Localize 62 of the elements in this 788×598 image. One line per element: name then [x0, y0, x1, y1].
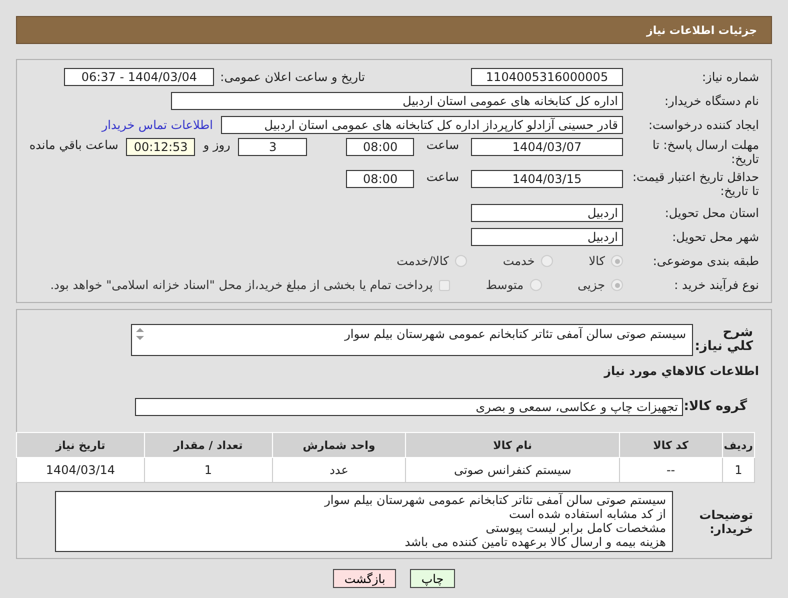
column-header: تعداد / مقدار: [144, 432, 272, 458]
print-button[interactable]: چاپ: [410, 569, 455, 588]
description-textarea[interactable]: سیستم صوتی سالن آمفی تئاتر کتابخانم عمومی شهرستان بیلم سوار: [131, 324, 693, 356]
radio-label: کالا/خدمت: [396, 254, 449, 268]
radio-button[interactable]: [454, 255, 467, 267]
province-field[interactable]: اردبیل: [471, 204, 623, 222]
section-heading: اطلاعات کالاهاي مورد نياز: [604, 364, 760, 378]
field-label: نوع فرآیند خرید :: [673, 278, 760, 292]
column-header: کد کالا: [619, 432, 722, 458]
buyer-notes-textarea[interactable]: سیستم صوتی سالن آمفی تئاتر کتابخانم عمومی شهرستان بیلم سوار از کد مشابه استفاده شده است مشخصات کامل برابر لیست پیوستی هزینه بیمه و ارسال کالا برعهده تامین کننده می باشد: [55, 491, 673, 552]
radio-label: جزیی: [578, 278, 605, 292]
column-header: ردیف: [722, 432, 754, 458]
table-cell: 1404/03/14: [16, 458, 144, 482]
time-field[interactable]: 08:00: [346, 170, 414, 188]
page-title: جزئیات اطلاعات نیاز: [16, 16, 772, 44]
field-label: استان محل تحویل:: [664, 206, 760, 220]
announce-date-field[interactable]: 1404/03/04 - 06:37: [64, 68, 214, 86]
field-label: ساعت: [426, 138, 459, 152]
table-cell: --: [619, 458, 722, 482]
field-label: شهر محل تحویل:: [671, 230, 760, 244]
field-label: ساعت: [426, 170, 459, 184]
table-cell: 1: [144, 458, 272, 482]
table-cell: عدد: [272, 458, 406, 482]
field-label: مهلت ارسال پاسخ: تا تاریخ:: [651, 138, 760, 166]
date-field[interactable]: 1404/03/15: [471, 170, 623, 188]
field-label: نام دستگاه خریدار:: [664, 94, 760, 108]
field-label: ساعت باقي مانده: [29, 138, 118, 152]
radio-button[interactable]: [611, 279, 623, 291]
field-label: حداقل تاریخ اعتبار قیمت: تا تاریخ:: [631, 170, 760, 198]
scroll-arrows-icon: [135, 327, 145, 341]
checkbox-label: پرداخت تمام یا بخشی از مبلغ خرید،از محل "اسناد خزانه اسلامی" خواهد بود.: [50, 278, 433, 292]
days-field[interactable]: 3: [238, 138, 308, 156]
goods-group-field[interactable]: تجهیزات چاپ و عکاسی، سمعی و بصری: [135, 398, 683, 416]
radio-button[interactable]: [611, 255, 623, 267]
field-label: تاریخ و ساعت اعلان عمومی:: [220, 70, 365, 84]
need-number-field[interactable]: 1104005316000005: [471, 68, 623, 86]
radio-label: متوسط: [486, 278, 524, 292]
field-label: ایجاد کننده درخواست:: [647, 118, 760, 132]
contact-link[interactable]: اطلاعات تماس خریدار: [102, 118, 213, 132]
time-field[interactable]: 08:00: [346, 138, 414, 156]
checkbox[interactable]: [438, 280, 450, 290]
radio-button[interactable]: [530, 279, 542, 291]
table-cell: سیستم کنفرانس صوتی: [406, 458, 620, 482]
table-cell: 1: [722, 458, 754, 482]
column-header: تاریخ نیاز: [16, 432, 144, 458]
city-field[interactable]: اردبیل: [471, 228, 623, 246]
field-label: روز و: [203, 138, 230, 152]
radio-label: کالا: [588, 254, 605, 268]
back-button[interactable]: بازگشت: [333, 569, 396, 588]
field-label: گروه کالا:: [683, 400, 748, 414]
field-label: طبقه بندی موضوعی:: [652, 254, 760, 268]
radio-label: خدمت: [502, 254, 535, 268]
radio-button[interactable]: [540, 255, 553, 267]
requester-field[interactable]: قادر حسینی آزادلو کارپرداز اداره کل کتابخانه های عمومی استان اردبیل: [221, 116, 623, 134]
field-label: شرح کلي نیاز:: [694, 326, 754, 354]
remaining-time-field[interactable]: 00:12:53: [126, 138, 196, 156]
column-header: واحد شمارش: [272, 432, 406, 458]
field-label: شماره نیاز:: [701, 70, 760, 84]
column-header: نام کالا: [406, 432, 620, 458]
field-label: توضیحات خریدار:: [698, 508, 754, 536]
buyer-org-field[interactable]: اداره کل کتابخانه های عمومی استان اردبیل: [171, 92, 623, 110]
date-field[interactable]: 1404/03/07: [471, 138, 623, 156]
